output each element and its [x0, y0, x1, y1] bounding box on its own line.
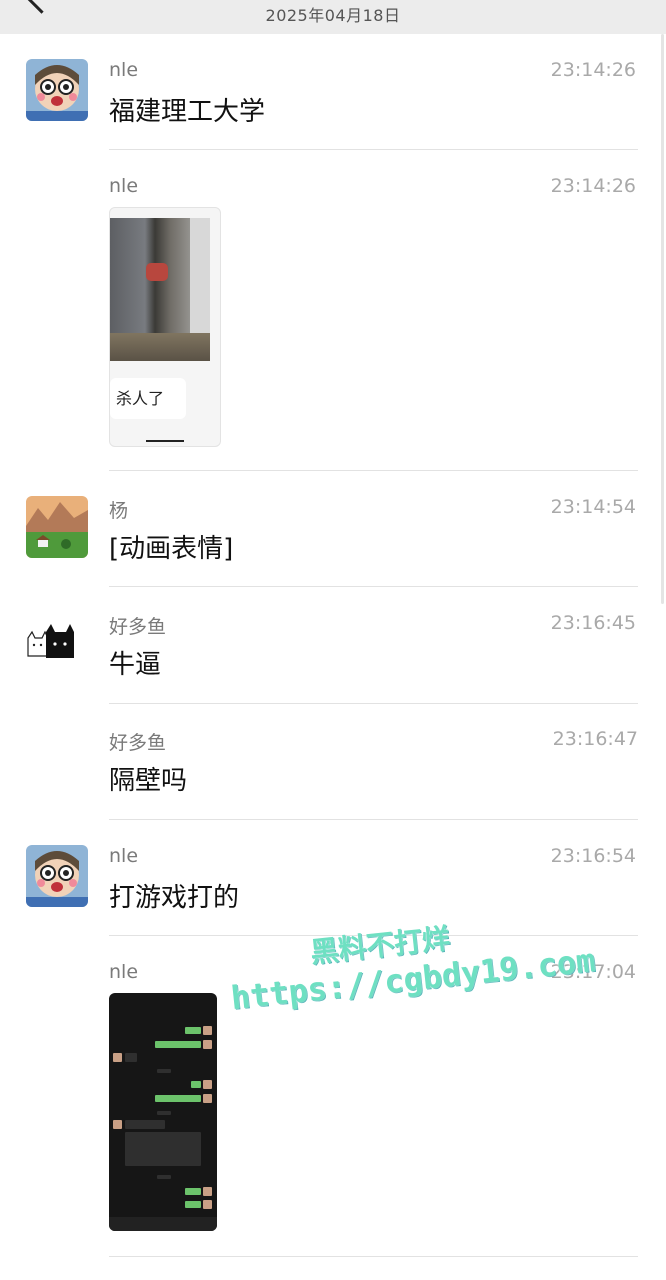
cat-avatar-icon[interactable] — [26, 612, 88, 674]
divider — [109, 1256, 638, 1257]
message-text[interactable]: 隔壁吗 — [109, 760, 187, 797]
girl-avatar-icon[interactable] — [26, 59, 88, 121]
sender-name: 杨 — [109, 500, 129, 522]
divider — [109, 703, 638, 704]
message-time: 23:16:54 — [550, 845, 636, 867]
message-text[interactable]: 福建理工大学 — [109, 91, 265, 128]
sender-name: nle — [109, 59, 139, 81]
photo-image — [110, 218, 210, 361]
divider — [109, 586, 638, 587]
message-time: 23:16:45 — [550, 612, 636, 634]
image-message-thumbnail[interactable]: 杀人了 — [109, 207, 221, 447]
input-bar — [109, 1217, 217, 1231]
sender-name: nle — [109, 845, 139, 867]
scrollbar[interactable] — [661, 34, 664, 604]
message-text[interactable]: [动画表情] — [109, 528, 233, 565]
divider — [109, 819, 638, 820]
message-text[interactable]: 牛逼 — [109, 644, 161, 681]
message-time: 23:14:26 — [550, 59, 636, 81]
message-time: 23:16:47 — [552, 728, 638, 750]
girl-avatar-icon[interactable] — [26, 845, 88, 907]
home-indicator — [146, 440, 184, 442]
divider — [109, 470, 638, 471]
message-text[interactable]: 打游戏打的 — [109, 877, 239, 914]
divider — [109, 149, 638, 150]
landscape-avatar-icon[interactable] — [26, 496, 88, 558]
chat-history-header: 2025年04月18日 — [0, 0, 666, 34]
chat-screenshot-thumbnail[interactable] — [109, 993, 217, 1231]
message-time: 23:14:26 — [550, 175, 636, 197]
message-time: 23:14:54 — [550, 496, 636, 518]
image-caption: 杀人了 — [110, 378, 186, 419]
date-label: 2025年04月18日 — [265, 6, 401, 25]
sender-name: 好多鱼 — [109, 616, 167, 638]
sender-name: nle — [109, 175, 139, 197]
sender-name: 好多鱼 — [109, 732, 167, 754]
sender-name: nle — [109, 961, 139, 983]
